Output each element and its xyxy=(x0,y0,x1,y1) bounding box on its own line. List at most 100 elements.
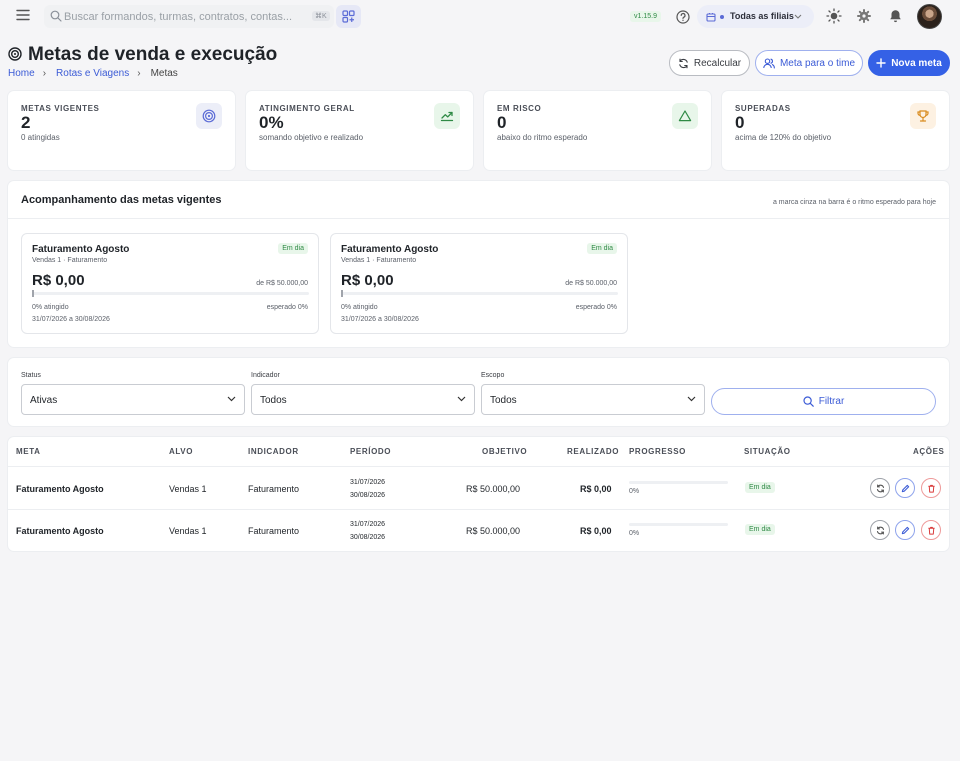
delete-row-button[interactable] xyxy=(921,478,941,498)
row-indicador: Faturamento xyxy=(248,526,300,536)
row-progress-bar xyxy=(629,523,728,526)
goal-name: Faturamento Agosto xyxy=(341,244,439,255)
goal-expected: esperado 0% xyxy=(575,304,617,311)
expected-pace-marker xyxy=(32,290,34,297)
row-realizado: R$ 0,00 xyxy=(580,484,612,494)
kpi-subtitle: 0 atingidas xyxy=(21,133,60,142)
refresh-icon xyxy=(876,484,885,493)
edit-row-button[interactable] xyxy=(895,478,915,498)
goal-range: 31/07/2026 a 30/08/2026 xyxy=(341,316,419,323)
row-objetivo: R$ 50.000,00 xyxy=(466,526,521,536)
gear-icon[interactable] xyxy=(857,9,871,23)
recalculate-row-button[interactable] xyxy=(870,520,890,540)
user-avatar[interactable] xyxy=(917,4,942,29)
search-shortcut-hint: ⌘K xyxy=(312,11,330,21)
branch-selector[interactable]: Todas as filiais xyxy=(697,5,814,28)
chevron-down-icon xyxy=(457,396,466,402)
team-goal-button[interactable]: Meta para o time xyxy=(755,50,863,76)
chevron-right-icon: › xyxy=(137,68,141,79)
row-period-end: 30/08/2026 xyxy=(350,534,386,541)
row-period-start: 31/07/2026 xyxy=(350,479,386,486)
kpi-label: EM RISCO xyxy=(497,104,542,113)
kpi-subtitle: somando objetivo e realizado xyxy=(259,133,364,142)
theme-toggle-sun-icon[interactable] xyxy=(826,8,842,24)
status-badge: Em dia xyxy=(278,243,308,254)
filter-button[interactable]: Filtrar xyxy=(711,388,936,415)
goal-achieved: 0% atingido xyxy=(341,304,378,311)
recalculate-row-button[interactable] xyxy=(870,478,890,498)
status-select[interactable]: Ativas xyxy=(21,384,245,415)
delete-row-button[interactable] xyxy=(921,520,941,540)
row-alvo: Vendas 1 xyxy=(169,484,207,494)
goal-expected: esperado 0% xyxy=(266,304,308,311)
tracking-hint: a marca cinza na barra é o ritmo esperad… xyxy=(772,199,936,206)
warning-icon xyxy=(672,103,698,129)
progress-bar xyxy=(341,290,618,297)
column-header-meta: META xyxy=(16,447,41,456)
row-period-start: 31/07/2026 xyxy=(350,521,386,528)
new-goal-button[interactable]: Nova meta xyxy=(868,50,950,76)
kpi-value: 0% xyxy=(259,113,284,132)
refresh-icon xyxy=(876,526,885,535)
column-header-periodo: PERÍODO xyxy=(350,447,392,456)
help-icon[interactable] xyxy=(676,10,690,24)
indicator-select-value: Todos xyxy=(260,395,287,406)
table-row[interactable]: Faturamento Agosto Vendas 1 Faturamento … xyxy=(8,467,949,509)
row-period-end: 30/08/2026 xyxy=(350,492,386,499)
row-progress-label: 0% xyxy=(629,530,640,537)
kpi-card-atingimento: ATINGIMENTO GERAL 0% somando objetivo e … xyxy=(246,91,473,170)
page-title: Metas de venda e execução xyxy=(28,44,278,65)
kpi-card-superadas: SUPERADAS 0 acima de 120% do objetivo xyxy=(722,91,949,170)
goals-table: META ALVO INDICADOR PERÍODO OBJETIVO REA… xyxy=(8,437,949,551)
indicator-filter-label: Indicador xyxy=(251,372,280,379)
column-header-objetivo: OBJETIVO xyxy=(482,447,528,456)
column-header-alvo: ALVO xyxy=(169,447,194,456)
breadcrumb-rotas[interactable]: Rotas e Viagens xyxy=(56,68,129,79)
kpi-value: 0 xyxy=(735,113,745,132)
row-alvo: Vendas 1 xyxy=(169,526,207,536)
chevron-down-icon xyxy=(687,396,696,402)
goal-value: R$ 0,00 xyxy=(32,272,85,289)
apps-button[interactable] xyxy=(336,5,361,28)
status-badge: Em dia xyxy=(745,524,775,535)
kpi-card-risco: EM RISCO 0 abaixo do ritmo esperado xyxy=(484,91,711,170)
refresh-icon xyxy=(679,58,688,68)
indicator-select[interactable]: Todos xyxy=(251,384,475,415)
tracking-title: Acompanhamento das metas vigentes xyxy=(21,194,222,206)
status-badge: Em dia xyxy=(587,243,617,254)
new-goal-label: Nova meta xyxy=(891,57,942,69)
edit-row-button[interactable] xyxy=(895,520,915,540)
kpi-subtitle: acima de 120% do objetivo xyxy=(735,133,832,142)
bell-icon[interactable] xyxy=(889,9,902,23)
goal-card[interactable]: Faturamento Agosto Vendas 1 · Faturament… xyxy=(21,233,319,334)
scope-select[interactable]: Todos xyxy=(481,384,705,415)
status-badge: Em dia xyxy=(745,482,775,493)
filters-panel: Status Ativas Indicador Todos Escopo Tod… xyxy=(8,358,949,426)
column-header-acoes: AÇÕES xyxy=(913,447,945,456)
goal-target: de R$ 50.000,00 xyxy=(565,280,617,287)
kpi-label: SUPERADAS xyxy=(735,104,791,113)
menu-icon[interactable] xyxy=(16,9,34,25)
table-row[interactable]: Faturamento Agosto Vendas 1 Faturamento … xyxy=(8,509,949,551)
goal-target: de R$ 50.000,00 xyxy=(256,280,308,287)
branch-label: Todas as filiais xyxy=(730,11,794,21)
target-icon xyxy=(8,47,22,61)
row-meta: Faturamento Agosto xyxy=(16,484,104,494)
search-input[interactable] xyxy=(64,5,304,28)
breadcrumb-home[interactable]: Home xyxy=(8,68,35,79)
goal-value: R$ 0,00 xyxy=(341,272,394,289)
plus-icon xyxy=(876,58,886,68)
goal-name: Faturamento Agosto xyxy=(32,244,130,255)
target-icon xyxy=(196,103,222,129)
recalculate-button[interactable]: Recalcular xyxy=(669,50,750,76)
goal-card[interactable]: Faturamento Agosto Vendas 1 · Faturament… xyxy=(330,233,628,334)
trend-icon xyxy=(434,103,460,129)
row-objetivo: R$ 50.000,00 xyxy=(466,484,521,494)
chevron-down-icon xyxy=(794,14,802,19)
breadcrumb-current: Metas xyxy=(150,68,178,79)
kpi-label: METAS VIGENTES xyxy=(21,104,100,113)
team-goal-label: Meta para o time xyxy=(779,57,856,69)
goal-achieved: 0% atingido xyxy=(32,304,69,311)
divider xyxy=(8,218,949,219)
column-header-realizado: REALIZADO xyxy=(567,447,620,456)
